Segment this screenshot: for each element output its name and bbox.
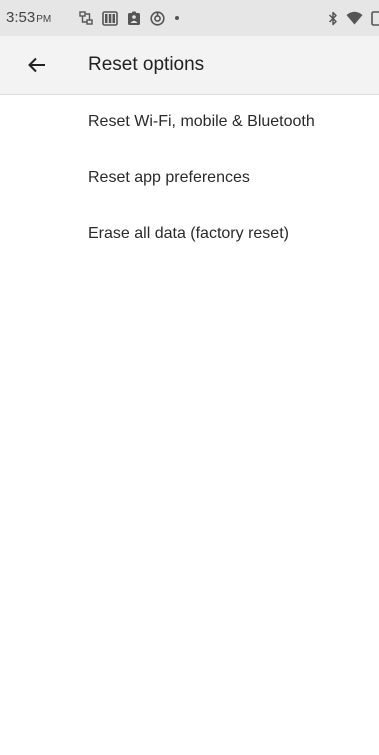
dot-icon [175,16,179,20]
wifi-icon [346,11,363,25]
status-time-value: 3:53 [6,9,36,26]
app-bar: Reset options [0,36,379,95]
back-button[interactable] [22,50,52,80]
keyboard-icon [102,10,118,26]
option-reset-network[interactable]: Reset Wi-Fi, mobile & Bluetooth [0,94,379,150]
status-icons-right [320,9,379,27]
status-bar: 3:53PM [0,0,379,36]
sync-icon [150,10,165,26]
bluetooth-icon [328,11,337,25]
options-list: Reset Wi-Fi, mobile & Bluetooth Reset ap… [0,94,379,262]
status-icons-left [79,9,189,27]
option-factory-reset[interactable]: Erase all data (factory reset) [0,206,379,262]
option-label: Reset app preferences [88,169,250,186]
assignment-icon [128,11,140,25]
battery-icon [371,10,379,26]
option-reset-app-preferences[interactable]: Reset app preferences [0,150,379,206]
arrow-left-icon [28,57,45,73]
status-time: 3:53PM [6,10,51,28]
option-label: Reset Wi-Fi, mobile & Bluetooth [88,113,315,130]
network-icon [79,11,93,25]
status-time-ampm: PM [36,14,52,25]
option-label: Erase all data (factory reset) [88,225,289,242]
screen: 3:53PM Reset options Reset Wi-Fi, mobile… [0,0,379,755]
page-title: Reset options [88,54,205,75]
